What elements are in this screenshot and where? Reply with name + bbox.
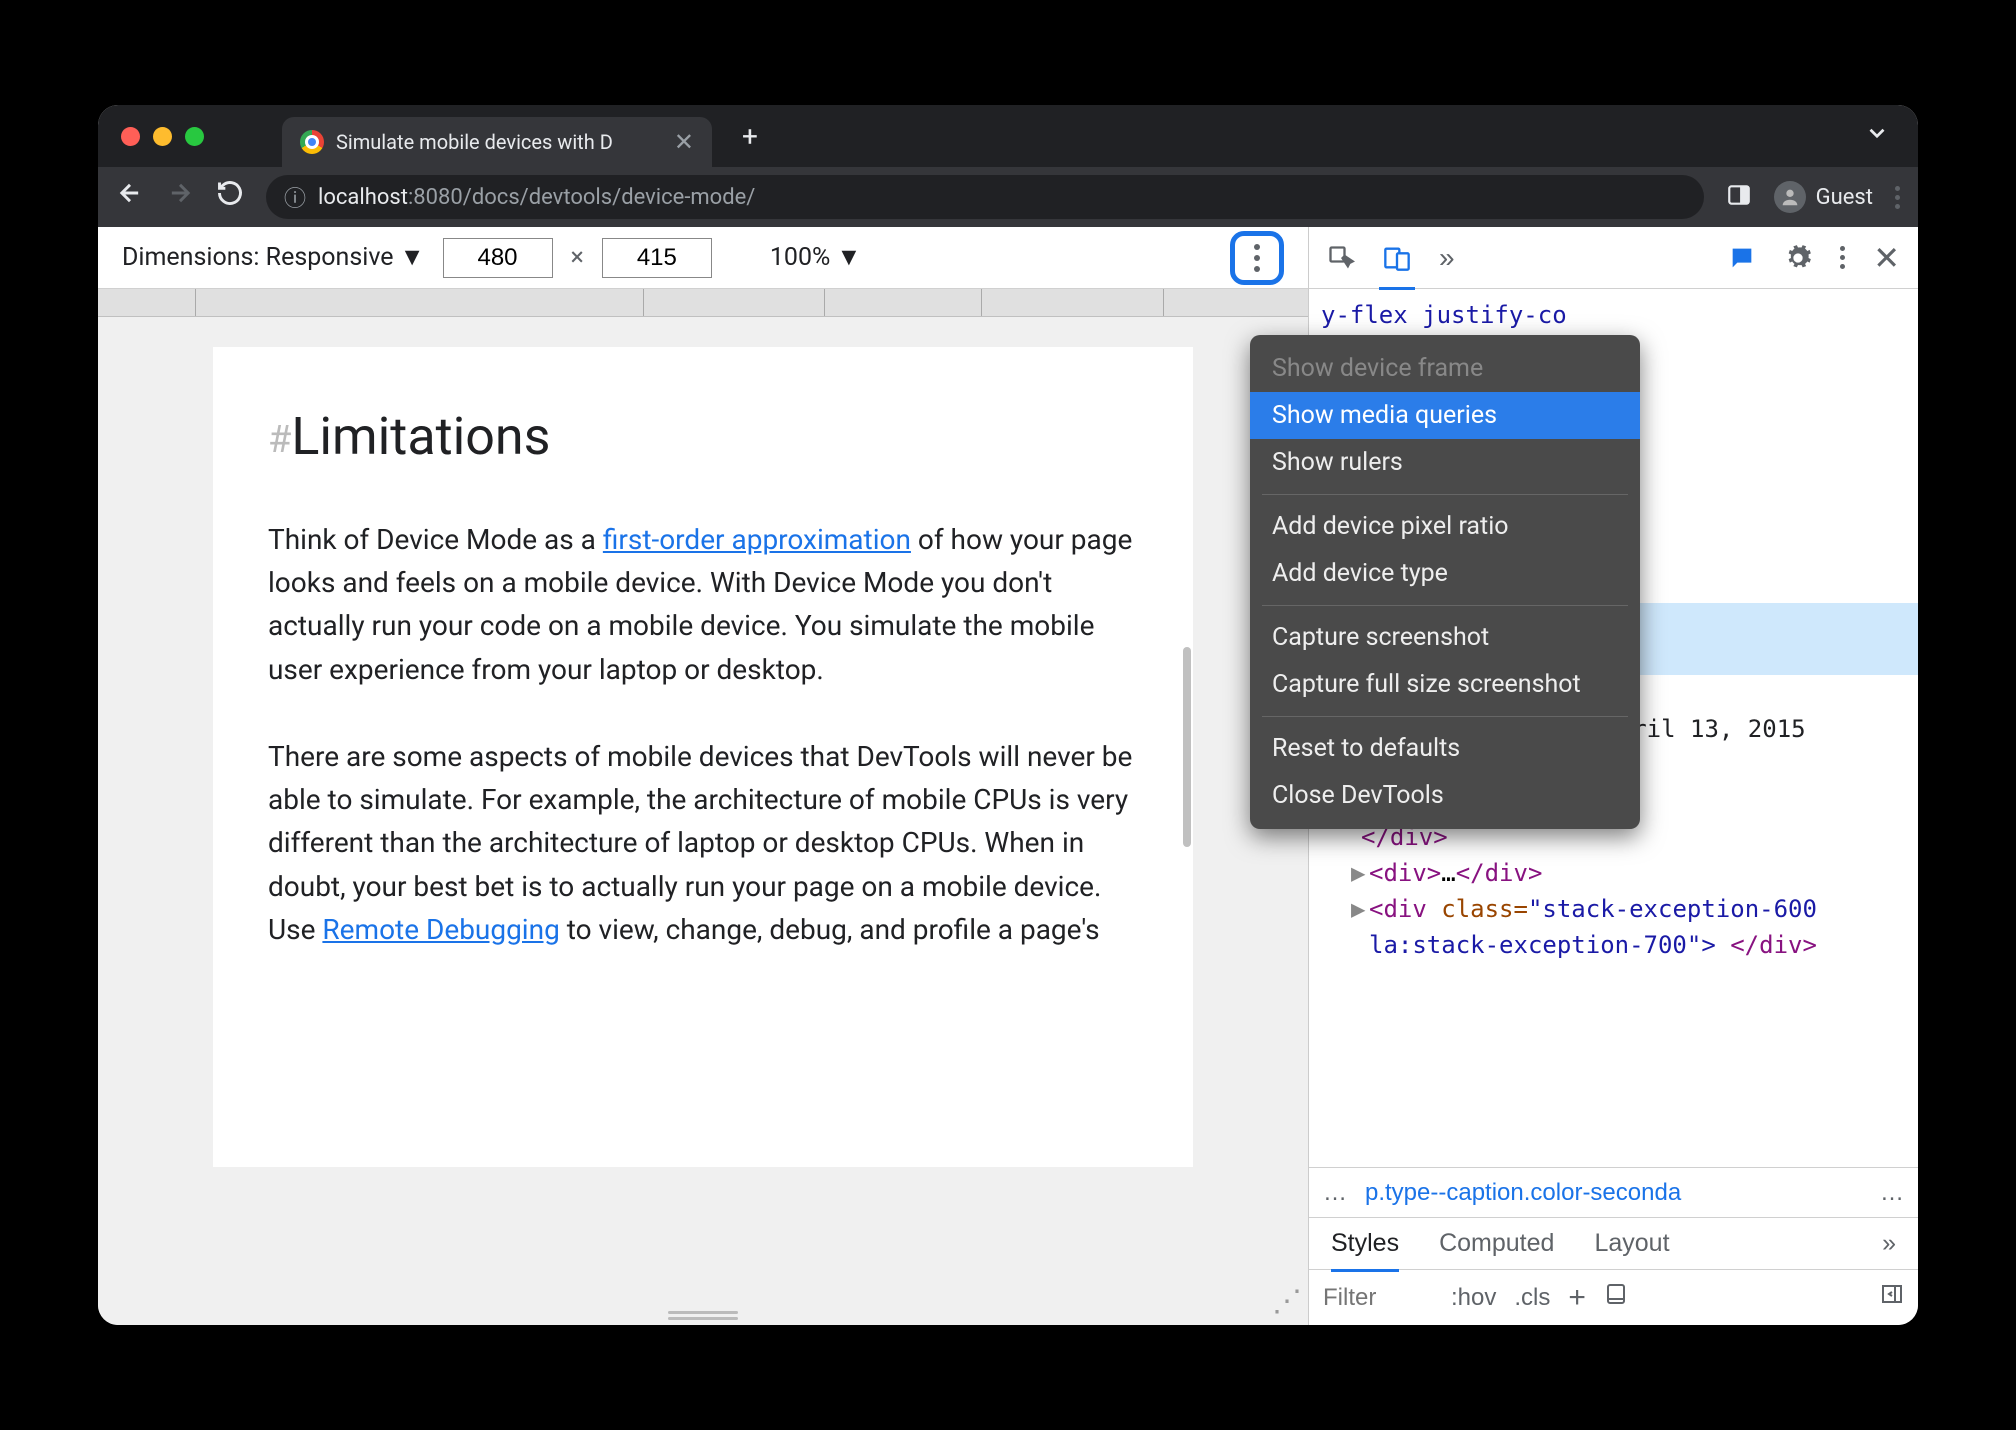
profile-button[interactable]: Guest <box>1774 181 1873 213</box>
inspect-icon[interactable] <box>1327 244 1355 272</box>
url-field[interactable]: ⓘ localhost:8080/docs/devtools/device-mo… <box>266 175 1704 219</box>
resize-handle-corner[interactable]: ⋰ <box>1272 1284 1302 1319</box>
menu-add-dpr[interactable]: Add device pixel ratio <box>1250 503 1640 550</box>
menu-capture-full-screenshot[interactable]: Capture full size screenshot <box>1250 661 1640 708</box>
tab-styles[interactable]: Styles <box>1331 1229 1399 1258</box>
menu-close-devtools[interactable]: Close DevTools <box>1250 772 1640 819</box>
browser-tab[interactable]: Simulate mobile devices with D ✕ <box>282 117 712 167</box>
link-first-order[interactable]: first-order approximation <box>603 523 911 556</box>
forward-button[interactable] <box>166 179 194 215</box>
device-options-menu: Show device frame Show media queries Sho… <box>1250 335 1640 829</box>
page-content: #Limitations Think of Device Mode as a f… <box>213 347 1193 1167</box>
url-host: localhost <box>318 185 408 210</box>
dimension-x: × <box>571 243 584 272</box>
toggle-sidebar-icon[interactable] <box>1880 1282 1904 1313</box>
styles-tabs: Styles Computed Layout » <box>1309 1217 1918 1269</box>
menu-show-device-frame[interactable]: Show device frame <box>1250 345 1640 392</box>
menu-show-media-queries[interactable]: Show media queries <box>1250 392 1640 439</box>
reload-button[interactable] <box>216 179 244 215</box>
device-options-button[interactable] <box>1230 231 1284 285</box>
minimize-window-icon[interactable] <box>153 127 172 146</box>
chrome-favicon-icon <box>300 130 324 154</box>
resize-handle-bottom[interactable] <box>668 1311 738 1321</box>
maximize-window-icon[interactable] <box>185 127 204 146</box>
height-input[interactable] <box>602 238 712 278</box>
close-devtools-icon[interactable]: ✕ <box>1873 239 1900 277</box>
close-tab-icon[interactable]: ✕ <box>674 128 694 156</box>
styles-filter-bar: :hov .cls + <box>1309 1269 1918 1325</box>
menu-show-rulers[interactable]: Show rulers <box>1250 439 1640 486</box>
menu-capture-screenshot[interactable]: Capture screenshot <box>1250 614 1640 661</box>
tab-title: Simulate mobile devices with D <box>336 130 613 154</box>
menu-separator <box>1262 605 1628 606</box>
side-panel-icon[interactable] <box>1726 182 1752 212</box>
paragraph-1: Think of Device Mode as a first-order ap… <box>268 518 1138 692</box>
tab-layout[interactable]: Layout <box>1594 1229 1669 1258</box>
device-preview: #Limitations Think of Device Mode as a f… <box>98 227 1308 1325</box>
styles-filter-input[interactable] <box>1323 1284 1433 1312</box>
avatar-icon <box>1774 181 1806 213</box>
more-panels-icon[interactable]: » <box>1439 242 1455 274</box>
profile-label: Guest <box>1816 185 1873 210</box>
scrollbar[interactable] <box>1183 647 1191 847</box>
back-button[interactable] <box>116 179 144 215</box>
tablist-chevron-icon[interactable] <box>1864 120 1900 153</box>
device-toolbar: Dimensions: Responsive ▼ × 100% ▼ <box>98 227 1308 289</box>
width-input[interactable] <box>443 238 553 278</box>
browser-menu-icon[interactable] <box>1895 186 1900 209</box>
site-info-icon[interactable]: ⓘ <box>284 181 306 213</box>
new-rule-icon[interactable]: + <box>1568 1281 1586 1315</box>
menu-separator <box>1262 494 1628 495</box>
menu-add-device-type[interactable]: Add device type <box>1250 550 1640 597</box>
cls-toggle[interactable]: .cls <box>1514 1284 1550 1312</box>
devtools-menu-icon[interactable] <box>1840 246 1845 269</box>
page-heading: #Limitations <box>268 397 1138 478</box>
more-tabs-icon[interactable]: » <box>1882 1229 1896 1258</box>
feedback-icon[interactable] <box>1728 244 1756 272</box>
elements-breadcrumb[interactable]: … p.type--caption.color-seconda … <box>1309 1167 1918 1217</box>
dimensions-dropdown[interactable]: Dimensions: Responsive ▼ <box>122 243 425 272</box>
toggle-device-icon[interactable] <box>1383 244 1411 272</box>
menu-separator <box>1262 716 1628 717</box>
tab-bar: Simulate mobile devices with D ✕ + <box>98 105 1918 167</box>
menu-reset-defaults[interactable]: Reset to defaults <box>1250 725 1640 772</box>
zoom-dropdown[interactable]: 100% ▼ <box>770 243 861 272</box>
close-window-icon[interactable] <box>121 127 140 146</box>
window-controls <box>116 127 264 146</box>
address-bar: ⓘ localhost:8080/docs/devtools/device-mo… <box>98 167 1918 227</box>
tab-computed[interactable]: Computed <box>1439 1229 1554 1258</box>
ruler <box>98 289 1308 317</box>
new-tab-button[interactable]: + <box>730 120 770 153</box>
url-port: :8080 <box>408 185 463 210</box>
devtools-toolbar: » ✕ <box>1309 227 1918 289</box>
settings-icon[interactable] <box>1784 244 1812 272</box>
device-icon[interactable] <box>1604 1282 1628 1313</box>
url-path: /docs/devtools/device-mode/ <box>463 185 756 210</box>
more-vert-icon <box>1254 244 1260 272</box>
hov-toggle[interactable]: :hov <box>1451 1284 1496 1312</box>
link-remote-debugging[interactable]: Remote Debugging <box>322 913 559 946</box>
paragraph-2: There are some aspects of mobile devices… <box>268 735 1138 952</box>
